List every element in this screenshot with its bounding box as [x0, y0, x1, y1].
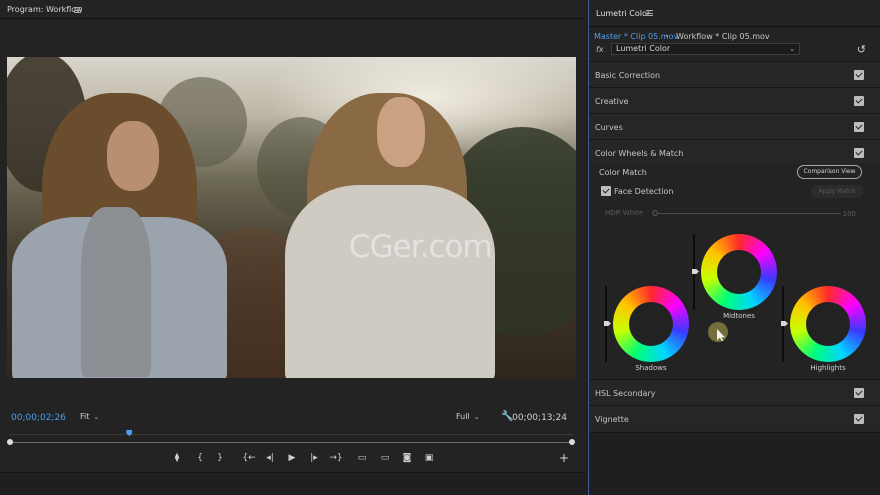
- lumetri-title[interactable]: Lumetri Color: [596, 9, 650, 18]
- extract-button[interactable]: ▭: [378, 452, 392, 464]
- duration-timecode: 00;00;13;24: [512, 413, 567, 423]
- program-bottom-strip: [0, 472, 586, 495]
- midtones-color-wheel[interactable]: [701, 234, 777, 310]
- section-enable-checkbox[interactable]: [854, 70, 864, 80]
- person-left-sweater: [81, 207, 151, 377]
- midtones-label: Midtones: [723, 312, 755, 320]
- panel-menu-icon[interactable]: [74, 7, 81, 13]
- hdr-white-slider-handle[interactable]: [652, 210, 658, 216]
- hdr-white-label: HDR White: [605, 209, 644, 217]
- fit-select[interactable]: Fit ⌄: [80, 412, 99, 423]
- face-detection-label: Face Detection: [614, 187, 674, 196]
- person-right-face: [377, 97, 425, 167]
- fit-select-value: Fit: [80, 412, 90, 421]
- section-label: Vignette: [595, 415, 629, 424]
- zoom-handle-right[interactable]: [569, 439, 575, 445]
- step-forward-button[interactable]: |▸: [308, 452, 320, 464]
- color-match-label: Color Match: [599, 168, 647, 177]
- lumetri-color-panel: Lumetri Color Master * Clip 05.mov ⌄ Wor…: [588, 0, 880, 495]
- highlights-label: Highlights: [810, 364, 846, 372]
- current-timecode[interactable]: 00;00;02;26: [11, 413, 66, 423]
- program-monitor-title[interactable]: Program: Workflow: [7, 5, 83, 14]
- zoom-scrollbar[interactable]: [10, 442, 573, 443]
- lumetri-tabbar: Lumetri Color: [589, 0, 880, 27]
- section-label: Curves: [595, 123, 623, 132]
- mark-out-button[interactable]: }: [215, 452, 225, 464]
- section-enable-checkbox[interactable]: [854, 388, 864, 398]
- section-label: Basic Correction: [595, 71, 661, 80]
- go-to-out-button[interactable]: →}: [329, 452, 343, 464]
- watermark-text: CGer.com: [349, 229, 493, 265]
- chevron-down-icon: ⌄: [93, 413, 100, 421]
- section-enable-checkbox[interactable]: [854, 148, 864, 158]
- chevron-down-icon: ⌄: [789, 45, 795, 53]
- play-button[interactable]: ▶: [286, 452, 298, 464]
- video-preview[interactable]: CGer.com: [7, 57, 576, 378]
- panel-menu-icon[interactable]: [646, 10, 653, 16]
- sequence-clip-tab[interactable]: Workflow * Clip 05.mov: [676, 32, 770, 41]
- zoom-handle-left[interactable]: [7, 439, 13, 445]
- lumetri-empty-area: [589, 432, 880, 495]
- comparison-view-button[interactable]: ▣: [422, 452, 436, 464]
- section-color-wheels-match[interactable]: Color Wheels & Match: [589, 139, 880, 165]
- hdr-white-slider[interactable]: [656, 213, 841, 214]
- section-label: HSL Secondary: [595, 389, 656, 398]
- shadows-color-wheel[interactable]: [613, 286, 689, 362]
- button-editor-add-button[interactable]: +: [559, 451, 569, 465]
- apply-match-button[interactable]: Apply Match: [811, 185, 863, 198]
- section-enable-checkbox[interactable]: [854, 96, 864, 106]
- section-curves[interactable]: Curves: [589, 113, 880, 139]
- section-basic-correction[interactable]: Basic Correction: [589, 61, 880, 87]
- section-label: Color Wheels & Match: [595, 149, 684, 158]
- section-vignette[interactable]: Vignette: [589, 405, 880, 431]
- step-back-button[interactable]: ◂|: [264, 452, 276, 464]
- person-right-sweater: [285, 185, 495, 378]
- chevron-down-icon: ⌄: [473, 413, 480, 421]
- export-frame-button[interactable]: ◙: [401, 452, 413, 464]
- section-creative[interactable]: Creative: [589, 87, 880, 113]
- lift-button[interactable]: ▭: [355, 452, 369, 464]
- chevron-down-icon[interactable]: ⌄: [664, 31, 670, 39]
- highlights-color-wheel[interactable]: [790, 286, 866, 362]
- hdr-white-value[interactable]: 100: [843, 210, 856, 218]
- effect-select[interactable]: Lumetri Color ⌄: [611, 43, 800, 55]
- program-monitor-panel: Program: Workflow CGer.com 00;00;02;26 F…: [0, 0, 586, 495]
- face-detection-checkbox[interactable]: [601, 186, 611, 196]
- go-to-in-button[interactable]: {←: [242, 452, 256, 464]
- mark-in-button[interactable]: {: [195, 452, 205, 464]
- comparison-view-button[interactable]: Comparison View: [797, 165, 862, 179]
- shadows-label: Shadows: [635, 364, 667, 372]
- section-enable-checkbox[interactable]: [854, 122, 864, 132]
- section-enable-checkbox[interactable]: [854, 414, 864, 424]
- time-ruler[interactable]: [10, 434, 573, 442]
- program-monitor-tabbar: Program: Workflow: [0, 0, 586, 19]
- section-hsl-secondary[interactable]: HSL Secondary: [589, 379, 880, 405]
- reset-icon[interactable]: ↺: [857, 43, 866, 56]
- add-marker-button[interactable]: ⧫: [172, 452, 182, 464]
- quality-select[interactable]: Full ⌄: [456, 412, 480, 423]
- section-label: Creative: [595, 97, 629, 106]
- effect-select-value: Lumetri Color: [616, 44, 671, 53]
- person-left-face: [107, 121, 159, 191]
- fx-badge: fx: [596, 45, 604, 54]
- quality-select-value: Full: [456, 412, 470, 421]
